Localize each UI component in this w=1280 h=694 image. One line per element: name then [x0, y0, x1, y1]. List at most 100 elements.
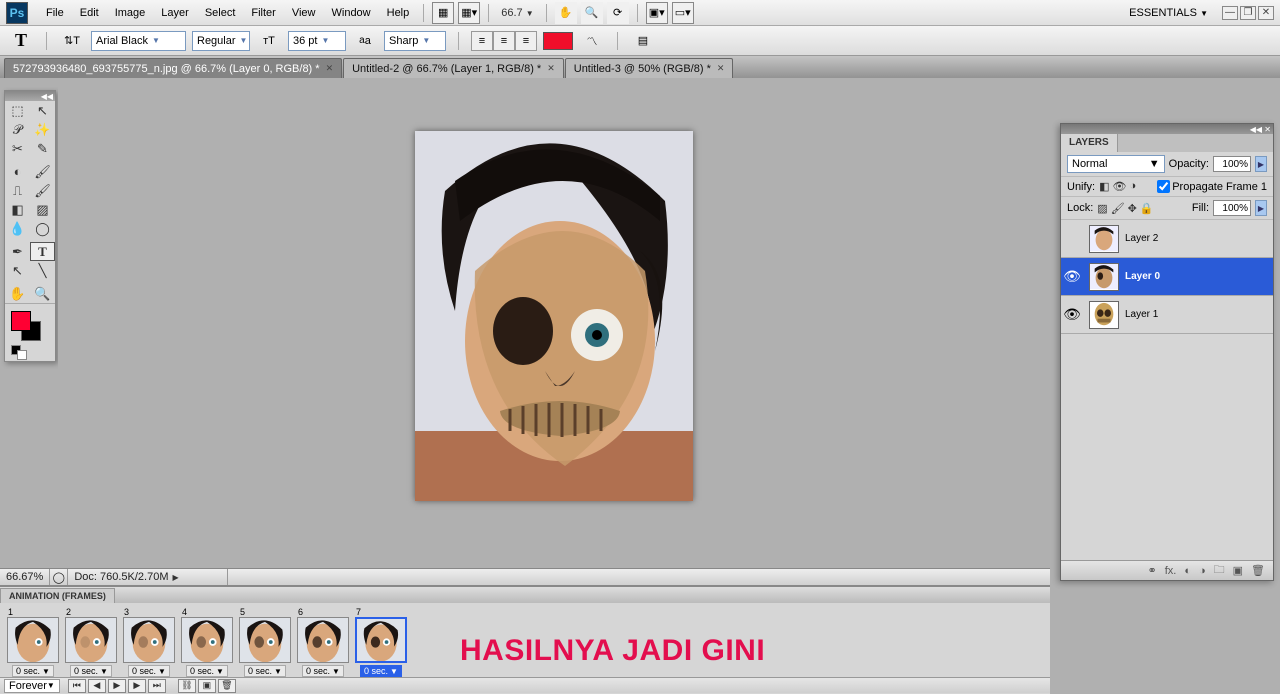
prev-frame-button[interactable]: ◀ — [88, 679, 106, 693]
arrange-documents-button[interactable]: ▣▾ — [646, 2, 668, 24]
frame-thumbnail[interactable] — [355, 617, 407, 663]
minimize-button[interactable]: — — [1222, 6, 1238, 20]
menu-filter[interactable]: Filter — [243, 3, 283, 23]
menu-window[interactable]: Window — [324, 3, 379, 23]
align-right-button[interactable]: ≡ — [515, 31, 537, 51]
layers-tab[interactable]: LAYERS — [1061, 134, 1118, 152]
frame-thumbnail[interactable] — [65, 617, 117, 663]
clone-stamp-tool[interactable]: ⎍ — [5, 181, 30, 200]
document-tab[interactable]: Untitled-2 @ 66.7% (Layer 1, RGB/8) *✕ — [343, 58, 564, 78]
play-button[interactable]: ▶ — [108, 679, 126, 693]
document-tab[interactable]: 572793936480_693755775_n.jpg @ 66.7% (La… — [4, 58, 342, 78]
first-frame-button[interactable]: ⏮ — [68, 679, 86, 693]
menu-file[interactable]: File — [38, 3, 72, 23]
magic-wand-tool[interactable]: ✨ — [30, 120, 55, 139]
shape-tool[interactable]: ╲ — [30, 261, 55, 280]
view-extras-button[interactable]: ▦▾ — [458, 2, 480, 24]
animation-frame[interactable]: 1 0 sec.▼ — [6, 607, 60, 677]
lock-transparent-icon[interactable]: ▨ — [1097, 202, 1107, 215]
lock-position-icon[interactable]: ✥ — [1128, 202, 1137, 215]
layer-item[interactable]: Layer 2 — [1061, 220, 1273, 258]
close-tab-icon[interactable]: ✕ — [547, 63, 555, 74]
animation-frame[interactable]: 3 0 sec.▼ — [122, 607, 176, 677]
new-group-button[interactable]: 🗀 — [1214, 561, 1225, 580]
document-canvas[interactable] — [415, 131, 693, 501]
menu-layer[interactable]: Layer — [153, 3, 197, 23]
font-size-select[interactable]: 36 pt▼ — [288, 31, 346, 51]
path-selection-tool[interactable]: ↖ — [5, 261, 30, 280]
loop-select[interactable]: Forever ▼ — [4, 679, 60, 693]
crop-tool[interactable]: ✂ — [5, 139, 30, 158]
frame-thumbnail[interactable] — [239, 617, 291, 663]
layer-thumbnail[interactable] — [1089, 263, 1119, 291]
rotate-view-icon[interactable]: ⟳ — [607, 2, 629, 24]
link-layers-button[interactable]: ⚭ — [1147, 564, 1156, 577]
layer-visibility-toggle[interactable]: 👁 — [1061, 306, 1083, 323]
launch-bridge-button[interactable]: ▦ — [432, 2, 454, 24]
zoom-field[interactable]: 66.67% — [0, 569, 50, 585]
canvas-area[interactable] — [58, 78, 1050, 574]
hand-tool[interactable]: ✋ — [5, 284, 30, 303]
menu-select[interactable]: Select — [197, 3, 244, 23]
delete-frame-button[interactable]: 🗑 — [218, 679, 236, 693]
frame-delay[interactable]: 0 sec.▼ — [70, 665, 112, 677]
zoom-tool[interactable]: 🔍 — [30, 284, 55, 303]
doc-info-field[interactable]: Doc: 760.5K/2.70M▶ — [68, 569, 228, 585]
layer-item[interactable]: 👁 Layer 1 — [1061, 296, 1273, 334]
type-tool[interactable]: T — [30, 242, 55, 261]
quick-mask-toggle[interactable] — [5, 345, 55, 361]
layer-name[interactable]: Layer 1 — [1125, 309, 1158, 320]
panel-collapse-bar[interactable]: ◀◀ ✕ — [1061, 124, 1273, 134]
opacity-input[interactable] — [1213, 156, 1251, 172]
fill-flyout-button[interactable]: ▶ — [1255, 200, 1267, 216]
layer-style-button[interactable]: fx. — [1165, 565, 1177, 577]
menu-edit[interactable]: Edit — [72, 3, 107, 23]
frame-thumbnail[interactable] — [7, 617, 59, 663]
animation-frame[interactable]: 4 0 sec.▼ — [180, 607, 234, 677]
layer-thumbnail[interactable] — [1089, 301, 1119, 329]
eraser-tool[interactable]: ◧ — [5, 200, 30, 219]
frame-delay[interactable]: 0 sec.▼ — [302, 665, 344, 677]
close-button[interactable]: ✕ — [1258, 6, 1274, 20]
frame-delay[interactable]: 0 sec.▼ — [128, 665, 170, 677]
animation-frame[interactable]: 5 0 sec.▼ — [238, 607, 292, 677]
restore-button[interactable]: ❐ — [1240, 6, 1256, 20]
lasso-tool[interactable]: 𝒫 — [5, 120, 30, 139]
adjustment-layer-button[interactable]: ◑ — [1199, 565, 1206, 577]
warp-text-button[interactable]: 〽 — [579, 28, 605, 54]
unify-style-icon[interactable]: ◑ — [1130, 180, 1137, 193]
delete-layer-button[interactable]: 🗑 — [1251, 564, 1265, 577]
layer-mask-button[interactable]: ◐ — [1184, 565, 1191, 577]
menu-image[interactable]: Image — [107, 3, 154, 23]
character-panel-button[interactable]: ▤ — [630, 28, 656, 54]
layer-name[interactable]: Layer 0 — [1125, 271, 1160, 282]
menu-help[interactable]: Help — [379, 3, 418, 23]
blend-mode-select[interactable]: Normal▼ — [1067, 155, 1165, 173]
gradient-tool[interactable]: ▨ — [30, 200, 55, 219]
opacity-flyout-button[interactable]: ▶ — [1255, 156, 1267, 172]
layer-item[interactable]: 👁 Layer 0 — [1061, 258, 1273, 296]
new-layer-button[interactable]: ▣ — [1233, 564, 1243, 577]
animation-frame[interactable]: 2 0 sec.▼ — [64, 607, 118, 677]
text-orientation-button[interactable]: ⇅T — [59, 28, 85, 54]
move-tool[interactable]: ⬚ — [5, 101, 30, 120]
pen-tool[interactable]: ✒ — [5, 242, 30, 261]
animation-frame[interactable]: 6 0 sec.▼ — [296, 607, 350, 677]
frame-delay[interactable]: 0 sec.▼ — [12, 665, 54, 677]
font-style-select[interactable]: Regular▼ — [192, 31, 250, 51]
tween-button[interactable]: ⛓ — [178, 679, 196, 693]
tools-panel-header[interactable]: ◀◀ — [5, 91, 55, 101]
propagate-frame-checkbox[interactable]: Propagate Frame 1 — [1157, 180, 1267, 193]
close-tab-icon[interactable]: ✕ — [717, 63, 725, 74]
menu-view[interactable]: View — [284, 3, 324, 23]
frame-delay[interactable]: 0 sec.▼ — [186, 665, 228, 677]
status-icon[interactable]: ◯ — [50, 569, 68, 585]
eyedropper-tool[interactable]: ✎ — [30, 139, 55, 158]
workspace-switcher[interactable]: ESSENTIALS ▼ — [1121, 5, 1216, 21]
unify-visibility-icon[interactable]: 👁 — [1113, 180, 1127, 193]
zoom-level-display[interactable]: 66.7 ▼ — [501, 7, 533, 19]
healing-brush-tool[interactable]: ◐ — [5, 162, 30, 181]
unify-position-icon[interactable]: ◧ — [1099, 180, 1109, 193]
foreground-color-swatch[interactable] — [11, 311, 31, 331]
dodge-tool[interactable]: ◯ — [30, 219, 55, 238]
